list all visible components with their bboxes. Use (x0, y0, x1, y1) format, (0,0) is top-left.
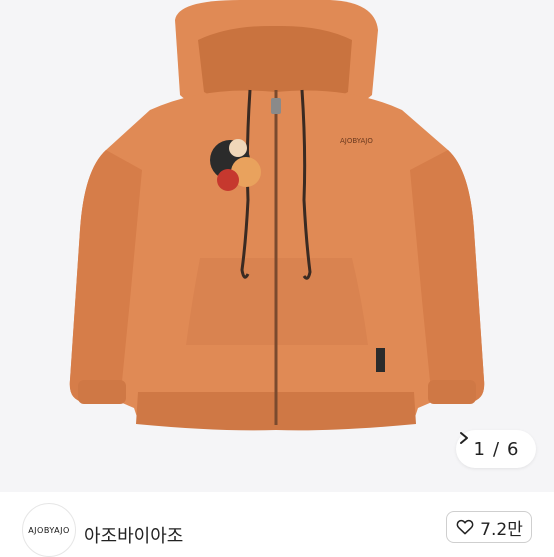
heart-outline-icon (456, 519, 474, 535)
current-image-number: 1 (473, 438, 485, 460)
like-count: 7.2만 (480, 519, 523, 540)
counter-separator: / (492, 438, 500, 460)
chevron-right-icon[interactable] (456, 430, 472, 446)
product-photo (0, 0, 554, 492)
chest-logo-text: AJOBYAJO (340, 137, 373, 145)
shop-name[interactable]: 아조바이아조 (84, 522, 183, 548)
shop-avatar[interactable]: AJOBYAJO (22, 503, 76, 557)
image-counter[interactable]: 1 / 6 (456, 430, 536, 468)
product-image-carousel[interactable]: AJOBYAJO 1 / 6 (0, 0, 554, 492)
avatar-logo-text: AJOBYAJO (28, 525, 70, 535)
shop-info-bar: AJOBYAJO 아조바이아조 7.2만 (0, 492, 554, 557)
like-button[interactable]: 7.2만 (446, 511, 532, 543)
total-image-count: 6 (507, 438, 519, 460)
